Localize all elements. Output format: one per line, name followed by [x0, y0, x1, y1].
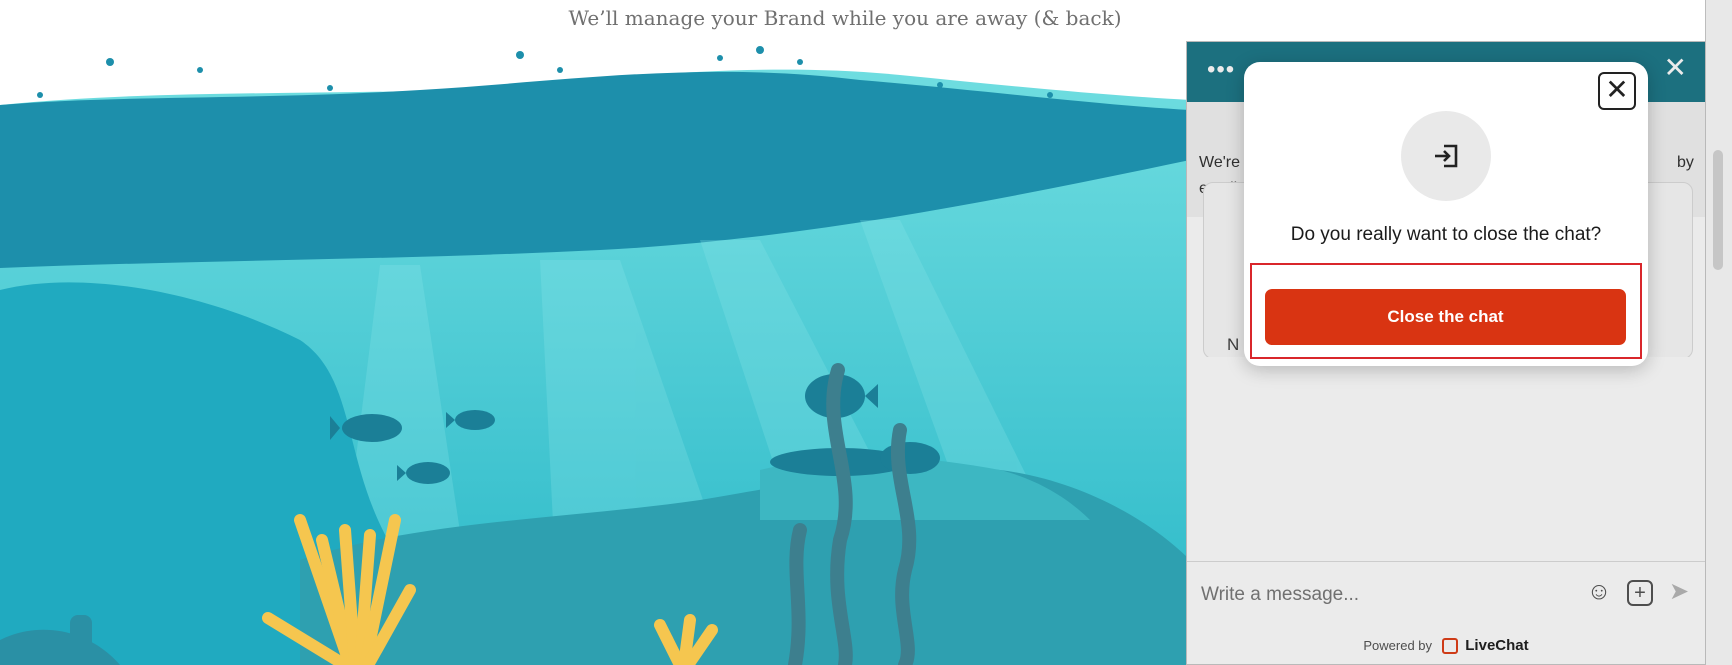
exit-icon [1401, 111, 1491, 201]
close-chat-button[interactable]: Close the chat [1265, 289, 1626, 345]
close-chat-dialog: ✕ Do you really want to close the chat? … [1244, 62, 1648, 366]
dialog-close-button[interactable]: ✕ [1598, 72, 1636, 110]
page-tagline: We’ll manage your Brand while you are aw… [568, 6, 1122, 30]
window-scrollbar[interactable] [1705, 0, 1732, 665]
dialog-question: Do you really want to close the chat? [1290, 224, 1602, 245]
exit-glyph [1435, 144, 1458, 168]
scrollbar-thumb[interactable] [1713, 150, 1723, 270]
